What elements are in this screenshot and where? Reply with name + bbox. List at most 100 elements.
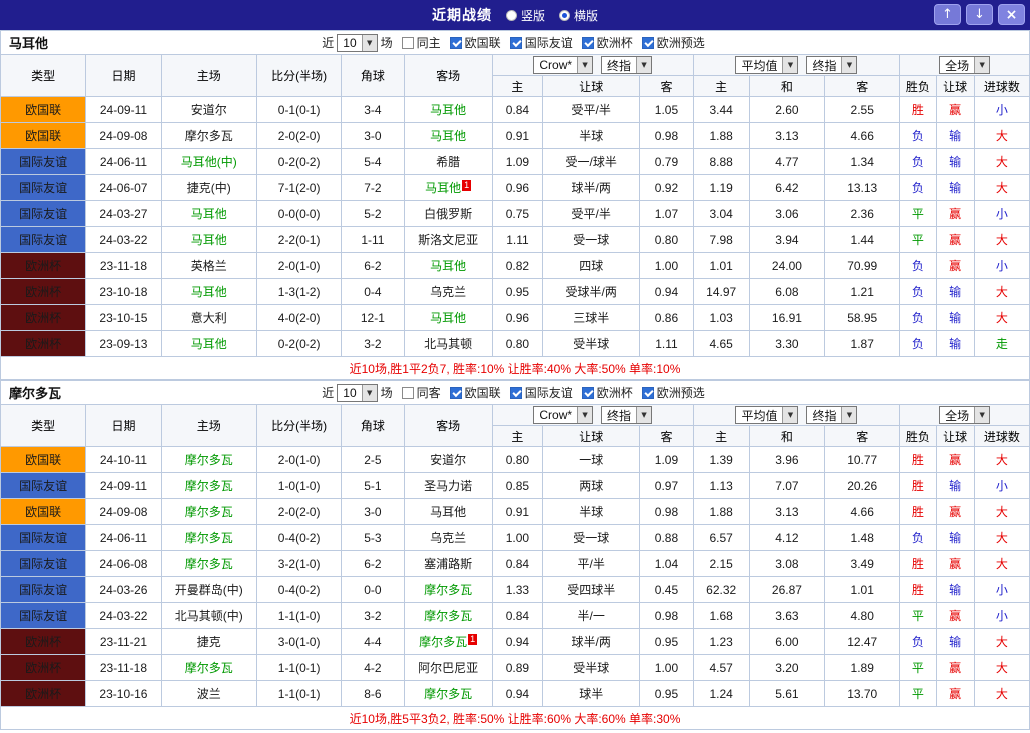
match-score: 0-4(0-2) — [255, 576, 343, 603]
scroll-down-button[interactable]: ↓ — [966, 4, 993, 25]
col-wdl: 胜负 — [899, 425, 937, 447]
corner-score: 4-4 — [341, 628, 405, 655]
handicap-stage-select[interactable]: 终指 ▼ — [601, 406, 653, 424]
corner-score: 3-2 — [341, 602, 405, 629]
handicap-line: 受一/球半 — [542, 148, 641, 175]
team-label: 马耳他 — [425, 181, 462, 195]
match-row: 国际友谊 24-03-26 开曼群岛(中) 0-4(0-2) 0-0 摩尔多瓦 1.33 受四… — [0, 576, 1030, 603]
average-stage-select[interactable]: 终指 ▼ — [806, 406, 858, 424]
league-filter-euro-qualifier[interactable]: 欧洲预选 — [641, 34, 705, 51]
handicap-result: 输 — [935, 524, 975, 551]
close-button[interactable]: × — [998, 4, 1025, 25]
average-select[interactable]: 平均值 ▼ — [735, 406, 799, 424]
handicap-result: 赢 — [935, 252, 975, 279]
away-team: 马耳他 — [403, 498, 493, 525]
avg-home-odds: 1.24 — [692, 680, 750, 707]
avg-home-odds: 1.03 — [692, 304, 750, 331]
corner-score: 3-2 — [341, 330, 405, 357]
team-label: 斯洛文尼亚 — [418, 233, 479, 247]
handicap-home-odds: 0.96 — [491, 174, 544, 201]
league-filter-friendly[interactable]: 国际友谊 — [509, 34, 573, 51]
away-team: 希腊 — [403, 148, 493, 175]
handicap-line: 受平/半 — [542, 200, 641, 227]
corner-score: 0-0 — [341, 576, 405, 603]
handicap-away-odds: 1.05 — [639, 96, 694, 123]
league-filter-friendly[interactable]: 国际友谊 — [509, 384, 573, 401]
avg-draw-odds: 3.63 — [748, 602, 826, 629]
match-count-select[interactable]: 10 ▼ — [337, 33, 378, 52]
average-select[interactable]: 平均值 ▼ — [735, 56, 799, 74]
match-row: 国际友谊 24-06-08 摩尔多瓦 3-2(1-0) 6-2 塞浦路斯 0.84 平/半 1.… — [0, 550, 1030, 577]
col-handicap-away: 客 — [639, 75, 694, 97]
away-team: 乌克兰 — [403, 524, 493, 551]
corner-score: 5-3 — [341, 524, 405, 551]
home-team: 马耳他 — [160, 200, 257, 227]
filter-bar: 摩尔多瓦 近 10 ▼ 场 同客 欧国联 国际友谊 欧洲杯 欧洲预选 — [0, 380, 1030, 404]
avg-home-odds: 62.32 — [692, 576, 750, 603]
league-filter-eurocup[interactable]: 欧洲杯 — [581, 384, 633, 401]
league-filter-nations-league[interactable]: 欧国联 — [449, 34, 501, 51]
handicap-stage-select[interactable]: 终指 ▼ — [601, 56, 653, 74]
avg-away-odds: 13.13 — [824, 174, 901, 201]
radio-vertical-layout[interactable]: 竖版 — [505, 7, 545, 24]
league-type-badge: 欧洲杯 — [0, 654, 87, 681]
avg-away-odds: 1.21 — [824, 278, 901, 305]
corner-score: 0-4 — [341, 278, 405, 305]
avg-home-odds: 1.01 — [692, 252, 750, 279]
match-score: 2-0(2-0) — [255, 498, 343, 525]
avg-away-odds: 12.47 — [824, 628, 901, 655]
match-date: 23-09-13 — [85, 330, 162, 357]
match-score: 7-1(2-0) — [255, 174, 343, 201]
col-avg-away: 客 — [824, 425, 901, 447]
match-date: 23-11-18 — [85, 654, 162, 681]
handicap-odds-header: Crow* ▼ 终指 ▼ — [491, 54, 694, 76]
titlebar: 近期战绩 竖版 横版 ↑ ↓ × — [0, 0, 1030, 30]
match-score: 1-3(1-2) — [255, 278, 343, 305]
avg-draw-odds: 3.08 — [748, 550, 826, 577]
radio-horizontal-layout[interactable]: 横版 — [559, 7, 598, 24]
same-venue-checkbox[interactable]: 同主 — [401, 34, 441, 51]
same-venue-checkbox[interactable]: 同客 — [401, 384, 441, 401]
col-corner: 角球 — [341, 54, 405, 97]
wdl-result: 平 — [899, 226, 937, 253]
corner-score: 3-4 — [341, 96, 405, 123]
team-label: 摩尔多瓦 — [184, 557, 233, 571]
team-label: 阿尔巴尼亚 — [418, 661, 479, 675]
avg-away-odds: 1.87 — [824, 330, 901, 357]
handicap-away-odds: 0.95 — [639, 628, 694, 655]
near-label: 近 — [322, 386, 335, 400]
team-section-2: 摩尔多瓦 近 10 ▼ 场 同客 欧国联 国际友谊 欧洲杯 欧洲预选 类型 日期 … — [0, 380, 1030, 730]
wdl-result: 胜 — [899, 498, 937, 525]
league-filter-nations-league[interactable]: 欧国联 — [449, 384, 501, 401]
avg-draw-odds: 3.30 — [748, 330, 826, 357]
avg-away-odds: 2.55 — [824, 96, 901, 123]
home-team: 摩尔多瓦 — [160, 654, 257, 681]
away-team: 摩尔多瓦 — [403, 576, 493, 603]
fulltime-select[interactable]: 全场 ▼ — [939, 56, 991, 74]
home-team: 马耳他(中) — [160, 148, 257, 175]
avg-home-odds: 4.65 — [692, 330, 750, 357]
team-label: 乌克兰 — [430, 285, 467, 299]
match-count-select[interactable]: 10 ▼ — [337, 383, 378, 402]
league-filter-euro-qualifier[interactable]: 欧洲预选 — [641, 384, 705, 401]
handicap-result: 赢 — [935, 550, 975, 577]
bookmaker-select[interactable]: Crow* ▼ — [533, 406, 594, 424]
team-label: 安道尔 — [430, 453, 467, 467]
avg-away-odds: 4.66 — [824, 498, 901, 525]
team-label: 马耳他 — [190, 337, 227, 351]
average-stage-select[interactable]: 终指 ▼ — [806, 56, 858, 74]
wdl-result: 负 — [899, 524, 937, 551]
avg-draw-odds: 24.00 — [748, 252, 826, 279]
scroll-up-button[interactable]: ↑ — [934, 4, 961, 25]
match-date: 24-06-11 — [85, 524, 162, 551]
bookmaker-select[interactable]: Crow* ▼ — [533, 56, 594, 74]
goals-result: 大 — [973, 680, 1030, 707]
fulltime-select[interactable]: 全场 ▼ — [939, 406, 991, 424]
match-row: 欧洲杯 23-11-18 摩尔多瓦 1-1(0-1) 4-2 阿尔巴尼亚 0.89 受半球 1.… — [0, 654, 1030, 681]
col-handicap-away: 客 — [639, 425, 694, 447]
handicap-home-odds: 0.82 — [491, 252, 544, 279]
handicap-away-odds: 0.94 — [639, 278, 694, 305]
league-filter-eurocup[interactable]: 欧洲杯 — [581, 34, 633, 51]
team-label: 马耳他 — [430, 259, 467, 273]
away-team: 阿尔巴尼亚 — [403, 654, 493, 681]
